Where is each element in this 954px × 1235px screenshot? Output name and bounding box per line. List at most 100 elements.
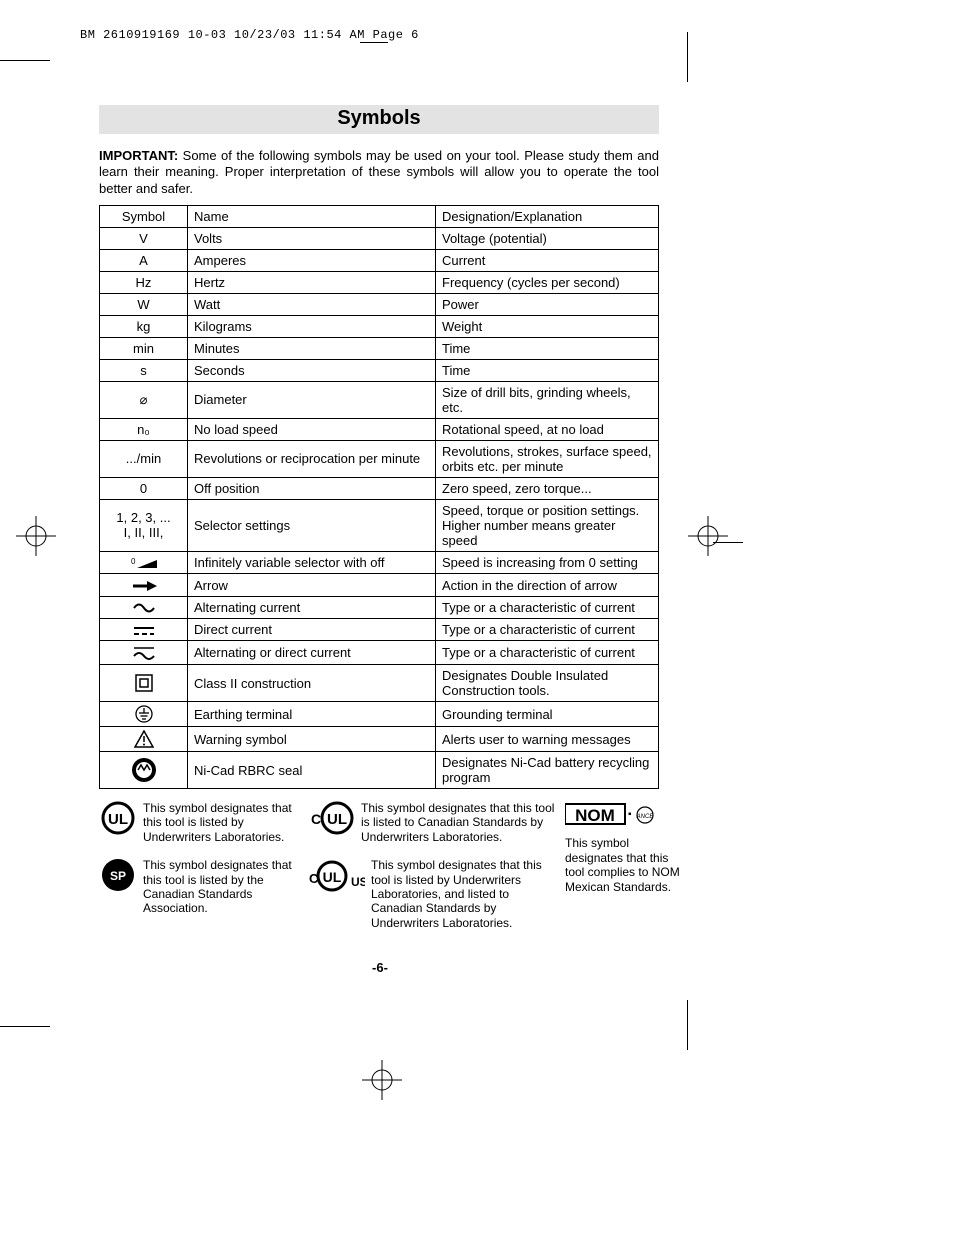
svg-text:C: C bbox=[311, 811, 321, 827]
name-cell: Infinitely variable selector with off bbox=[188, 551, 436, 574]
symbol-cell bbox=[100, 665, 188, 702]
intro-text: IMPORTANT: Some of the following symbols… bbox=[99, 148, 659, 197]
desc-cell: Time bbox=[436, 359, 659, 381]
symbols-table: Symbol Name Designation/Explanation VVol… bbox=[99, 205, 659, 789]
table-row: kgKilogramsWeight bbox=[100, 315, 659, 337]
intro-bold: IMPORTANT: bbox=[99, 148, 178, 163]
table-row: HzHertzFrequency (cycles per second) bbox=[100, 271, 659, 293]
csa-logo-icon: SP bbox=[99, 858, 137, 892]
table-row: ⌀DiameterSize of drill bits, grinding wh… bbox=[100, 381, 659, 418]
name-cell: Alternating current bbox=[188, 596, 436, 619]
print-header: BM 2610919169 10-03 10/23/03 11:54 AM Pa… bbox=[80, 28, 419, 42]
desc-cell: Speed is increasing from 0 setting bbox=[436, 551, 659, 574]
table-row: 0Off positionZero speed, zero torque... bbox=[100, 477, 659, 499]
symbol-cell: .../min bbox=[100, 440, 188, 477]
desc-cell: Rotational speed, at no load bbox=[436, 418, 659, 440]
svg-text:ANCE: ANCE bbox=[636, 814, 655, 820]
th-name: Name bbox=[188, 205, 436, 227]
desc-cell: Time bbox=[436, 337, 659, 359]
desc-cell: Grounding terminal bbox=[436, 702, 659, 727]
table-row: Alternating or direct currentType or a c… bbox=[100, 641, 659, 665]
symbol-cell: ⌀ bbox=[100, 381, 188, 418]
symbol-cell bbox=[100, 574, 188, 597]
nom-logo-icon: NOM ▪ ANCE bbox=[565, 801, 685, 830]
table-row: .../minRevolutions or reciprocation per … bbox=[100, 440, 659, 477]
name-cell: Selector settings bbox=[188, 499, 436, 551]
name-cell: Warning symbol bbox=[188, 727, 436, 752]
table-row: Earthing terminalGrounding terminal bbox=[100, 702, 659, 727]
cert-text: This symbol designates that this tool co… bbox=[565, 836, 685, 894]
svg-text:NOM: NOM bbox=[575, 806, 615, 825]
svg-text:UL: UL bbox=[108, 811, 128, 828]
table-row: minMinutesTime bbox=[100, 337, 659, 359]
registration-mark-icon bbox=[362, 1060, 402, 1103]
table-row: 0 Infinitely variable selector with offSp… bbox=[100, 551, 659, 574]
cert-csa: SP This symbol designates that this tool… bbox=[99, 858, 299, 930]
symbol-cell bbox=[100, 641, 188, 665]
cert-cul: CUL This symbol designates that this too… bbox=[307, 801, 557, 844]
symbol-cell bbox=[100, 619, 188, 641]
table-header: Symbol Name Designation/Explanation bbox=[100, 205, 659, 227]
symbol-cell: s bbox=[100, 359, 188, 381]
table-row: Ni-Cad RBRC sealDesignates Ni-Cad batter… bbox=[100, 752, 659, 789]
name-cell: Direct current bbox=[188, 619, 436, 641]
name-cell: Alternating or direct current bbox=[188, 641, 436, 665]
svg-text:0: 0 bbox=[131, 557, 136, 566]
svg-text:US: US bbox=[351, 875, 365, 889]
table-row: Direct currentType or a characteristic o… bbox=[100, 619, 659, 641]
desc-cell: Weight bbox=[436, 315, 659, 337]
name-cell: Class II construction bbox=[188, 665, 436, 702]
table-row: VVoltsVoltage (potential) bbox=[100, 227, 659, 249]
cert-nom: NOM ▪ ANCE This symbol designates that thi… bbox=[565, 801, 685, 930]
cul-logo-icon: C UL bbox=[307, 801, 355, 835]
table-row: n₀No load speedRotational speed, at no l… bbox=[100, 418, 659, 440]
table-row: sSecondsTime bbox=[100, 359, 659, 381]
crop-mark bbox=[713, 542, 743, 543]
desc-cell: Type or a characteristic of current bbox=[436, 619, 659, 641]
cert-text: This symbol designates that this tool is… bbox=[143, 858, 299, 916]
name-cell: Minutes bbox=[188, 337, 436, 359]
desc-cell: Designates Double Insulated Construction… bbox=[436, 665, 659, 702]
registration-mark-icon bbox=[688, 516, 728, 556]
cert-text: This symbol designates that this tool is… bbox=[143, 801, 299, 844]
svg-text:UL: UL bbox=[327, 811, 347, 828]
table-row: WWattPower bbox=[100, 293, 659, 315]
th-desc: Designation/Explanation bbox=[436, 205, 659, 227]
crop-mark bbox=[687, 1000, 688, 1050]
symbol-cell: V bbox=[100, 227, 188, 249]
desc-cell: Zero speed, zero torque... bbox=[436, 477, 659, 499]
symbol-cell: 0 bbox=[100, 477, 188, 499]
desc-cell: Designates Ni-Cad battery recycling prog… bbox=[436, 752, 659, 789]
ul-logo-icon: UL bbox=[99, 801, 137, 835]
desc-cell: Power bbox=[436, 293, 659, 315]
svg-text:▪: ▪ bbox=[628, 809, 632, 820]
desc-cell: Frequency (cycles per second) bbox=[436, 271, 659, 293]
table-row: ArrowAction in the direction of arrow bbox=[100, 574, 659, 597]
symbol-cell: A bbox=[100, 249, 188, 271]
cert-text: This symbol designates that this tool is… bbox=[371, 858, 557, 930]
name-cell: Earthing terminal bbox=[188, 702, 436, 727]
svg-text:UL: UL bbox=[323, 869, 342, 885]
table-row: Warning symbolAlerts user to warning mes… bbox=[100, 727, 659, 752]
name-cell: Ni-Cad RBRC seal bbox=[188, 752, 436, 789]
name-cell: Kilograms bbox=[188, 315, 436, 337]
name-cell: Diameter bbox=[188, 381, 436, 418]
table-row: Class II constructionDesignates Double I… bbox=[100, 665, 659, 702]
symbol-cell: n₀ bbox=[100, 418, 188, 440]
registration-mark-icon bbox=[16, 516, 56, 556]
name-cell: Off position bbox=[188, 477, 436, 499]
name-cell: Revolutions or reciprocation per minute bbox=[188, 440, 436, 477]
desc-cell: Type or a characteristic of current bbox=[436, 596, 659, 619]
desc-cell: Voltage (potential) bbox=[436, 227, 659, 249]
name-cell: Watt bbox=[188, 293, 436, 315]
svg-text:SP: SP bbox=[110, 869, 126, 883]
desc-cell: Alerts user to warning messages bbox=[436, 727, 659, 752]
symbol-cell: kg bbox=[100, 315, 188, 337]
desc-cell: Size of drill bits, grinding wheels, etc… bbox=[436, 381, 659, 418]
crop-mark bbox=[687, 32, 688, 82]
symbol-cell: 1, 2, 3, ... I, II, III, bbox=[100, 499, 188, 551]
symbol-cell bbox=[100, 752, 188, 789]
main-content: Symbols IMPORTANT: Some of the following… bbox=[99, 105, 659, 930]
table-row: 1, 2, 3, ... I, II, III,Selector setting… bbox=[100, 499, 659, 551]
crop-mark bbox=[0, 60, 50, 61]
